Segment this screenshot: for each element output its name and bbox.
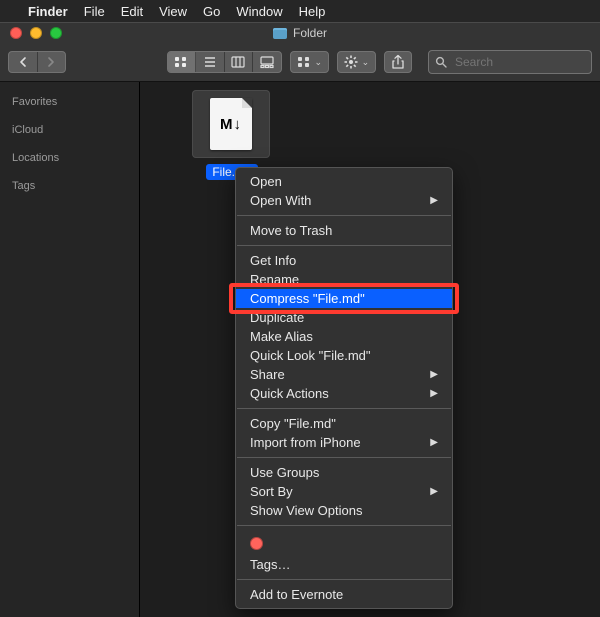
menubar-file[interactable]: File: [84, 4, 105, 19]
context-menu-item-label: Import from iPhone: [250, 433, 361, 452]
forward-button[interactable]: [38, 52, 66, 72]
context-menu-separator: [237, 457, 451, 458]
context-menu: OpenOpen With ▶ Move to Trash Get InfoRenam…: [235, 167, 453, 609]
context-menu-item-label: Quick Look "File.md": [250, 346, 371, 365]
context-menu-item-label: Rename: [250, 270, 299, 289]
context-menu-item-label: Show View Options: [250, 501, 363, 520]
context-menu-item-label: Tags…: [250, 555, 290, 574]
share-icon: [392, 55, 404, 69]
view-icon-grid[interactable]: [168, 52, 197, 72]
minimize-window-button[interactable]: [30, 27, 42, 39]
context-menu-item-label: Compress "File.md": [250, 289, 365, 308]
context-menu-separator: [237, 245, 451, 246]
context-menu-item-label: Add to Evernote: [250, 585, 343, 604]
context-menu-item[interactable]: Quick Actions ▶: [236, 384, 452, 403]
context-menu-item-label: Make Alias: [250, 327, 313, 346]
context-menu-item-label: Duplicate: [250, 308, 304, 327]
context-menu-separator: [237, 579, 451, 580]
group-by-button[interactable]: ⌄: [290, 51, 329, 73]
sidebar: Favorites iCloud Locations Tags: [0, 82, 140, 617]
context-menu-item[interactable]: Copy "File.md": [236, 414, 452, 433]
context-menu-item[interactable]: Open With ▶: [236, 191, 452, 210]
context-menu-item[interactable]: Rename: [236, 270, 452, 289]
context-menu-item[interactable]: Use Groups: [236, 463, 452, 482]
context-menu-item[interactable]: Show View Options: [236, 501, 452, 520]
view-switcher: [167, 51, 282, 73]
sidebar-section-favorites[interactable]: Favorites: [0, 88, 139, 116]
chevron-down-icon: ⌄: [362, 57, 370, 68]
content-area[interactable]: M↓ File.md OpenOpen With▶Move to TrashGe…: [140, 82, 600, 617]
submenu-arrow-icon: ▶: [430, 191, 438, 210]
context-menu-item[interactable]: Share ▶: [236, 365, 452, 384]
context-menu-item[interactable]: Compress "File.md": [236, 289, 452, 308]
context-menu-item-label: Move to Trash: [250, 221, 332, 240]
markdown-file-icon: M↓: [210, 98, 252, 150]
system-menubar: Finder File Edit View Go Window Help: [0, 0, 600, 22]
submenu-arrow-icon: ▶: [430, 482, 438, 501]
context-menu-item[interactable]: Import from iPhone ▶: [236, 433, 452, 452]
back-button[interactable]: [9, 52, 38, 72]
traffic-lights: [0, 27, 62, 39]
context-menu-separator: [237, 525, 451, 526]
context-menu-item-label: Open: [250, 172, 282, 191]
zoom-window-button[interactable]: [50, 27, 62, 39]
toolbar: ⌄ ⌄: [0, 43, 600, 82]
search-field[interactable]: [428, 50, 592, 74]
close-window-button[interactable]: [10, 27, 22, 39]
context-menu-tags-row[interactable]: [236, 531, 452, 555]
submenu-arrow-icon: ▶: [430, 384, 438, 403]
gear-icon: [344, 55, 358, 69]
context-menu-item[interactable]: Duplicate: [236, 308, 452, 327]
context-menu-item[interactable]: Open: [236, 172, 452, 191]
folder-icon: [273, 28, 287, 39]
context-menu-item[interactable]: Quick Look "File.md": [236, 346, 452, 365]
context-menu-item-label: Use Groups: [250, 463, 319, 482]
view-list[interactable]: [196, 52, 225, 72]
file-glyph: M↓: [220, 116, 242, 133]
submenu-arrow-icon: ▶: [430, 365, 438, 384]
search-input[interactable]: [453, 54, 600, 70]
search-icon: [435, 56, 447, 68]
context-menu-item-label: Share: [250, 365, 285, 384]
context-menu-item[interactable]: Add to Evernote: [236, 585, 452, 604]
context-menu-item[interactable]: Sort By ▶: [236, 482, 452, 501]
menubar-edit[interactable]: Edit: [121, 4, 143, 19]
context-menu-item-label: Open With: [250, 191, 311, 210]
view-gallery[interactable]: [253, 52, 281, 72]
context-menu-item[interactable]: Make Alias: [236, 327, 452, 346]
context-menu-item[interactable]: Move to Trash: [236, 221, 452, 240]
menubar-app-name[interactable]: Finder: [28, 4, 68, 19]
context-menu-separator: [237, 215, 451, 216]
view-columns[interactable]: [225, 52, 254, 72]
action-menu-button[interactable]: ⌄: [337, 51, 376, 73]
context-menu-item[interactable]: Tags…: [236, 555, 452, 574]
context-menu-item-label: Quick Actions: [250, 384, 329, 403]
file-thumbnail: M↓: [192, 90, 270, 158]
tag-color-dot[interactable]: [250, 537, 263, 550]
context-menu-separator: [237, 408, 451, 409]
context-menu-item[interactable]: Get Info: [236, 251, 452, 270]
sidebar-section-locations[interactable]: Locations: [0, 144, 139, 172]
window-titlebar: Folder: [0, 22, 600, 43]
menubar-go[interactable]: Go: [203, 4, 220, 19]
menubar-view[interactable]: View: [159, 4, 187, 19]
share-button[interactable]: [384, 51, 412, 73]
nav-segment: [8, 51, 66, 73]
context-menu-item-label: Copy "File.md": [250, 414, 336, 433]
sidebar-section-tags[interactable]: Tags: [0, 172, 139, 200]
context-menu-item-label: Get Info: [250, 251, 296, 270]
submenu-arrow-icon: ▶: [430, 433, 438, 452]
chevron-down-icon: ⌄: [315, 57, 323, 68]
window-title: Folder: [0, 26, 600, 40]
menubar-help[interactable]: Help: [299, 4, 326, 19]
sidebar-section-icloud[interactable]: iCloud: [0, 116, 139, 144]
window-title-text: Folder: [293, 26, 327, 40]
menubar-window[interactable]: Window: [236, 4, 282, 19]
context-menu-item-label: Sort By: [250, 482, 293, 501]
